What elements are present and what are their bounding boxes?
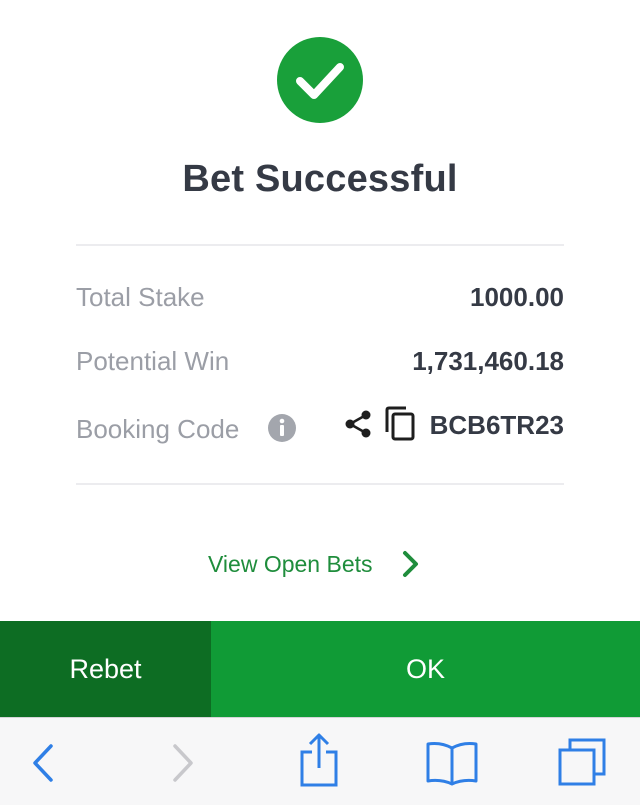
potential-win-label: Potential Win — [76, 346, 230, 376]
ok-button[interactable]: OK — [211, 621, 640, 717]
bet-success-page: Bet Successful Total Stake 1000.00 Poten… — [0, 0, 640, 805]
divider — [76, 483, 564, 485]
booking-code-label: Booking Code — [76, 414, 240, 444]
view-open-bets-link[interactable]: View Open Bets — [208, 547, 421, 581]
page-title: Bet Successful — [182, 158, 458, 200]
browser-toolbar — [0, 717, 640, 805]
copy-icon[interactable] — [383, 405, 417, 441]
booking-code-value: BCB6TR23 — [429, 410, 564, 440]
potential-win-value: 1,731,460.18 — [412, 346, 564, 376]
tabs-icon[interactable] — [556, 736, 608, 788]
view-open-bets-label: View Open Bets — [208, 550, 373, 577]
share-sheet-icon[interactable] — [298, 732, 340, 788]
divider — [76, 244, 564, 246]
back-icon[interactable] — [30, 743, 56, 783]
share-icon[interactable] — [342, 408, 374, 440]
total-stake-label: Total Stake — [76, 282, 205, 312]
action-bar: Rebet OK — [0, 621, 640, 717]
total-stake-value: 1000.00 — [470, 282, 564, 312]
bookmarks-icon[interactable] — [424, 740, 480, 786]
info-icon[interactable] — [267, 413, 297, 443]
checkmark-circle-icon — [277, 37, 363, 123]
rebet-button[interactable]: Rebet — [0, 621, 211, 717]
forward-icon[interactable] — [170, 743, 196, 783]
chevron-right-icon — [402, 551, 418, 577]
